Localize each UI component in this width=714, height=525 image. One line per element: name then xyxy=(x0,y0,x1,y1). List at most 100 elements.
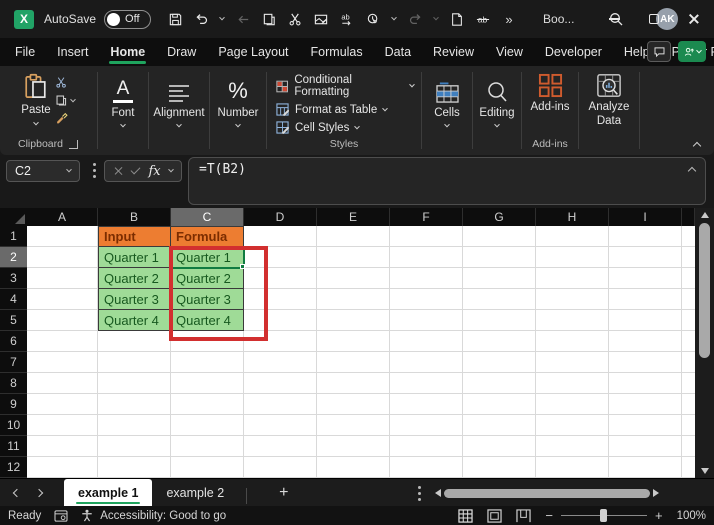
cell-e12[interactable] xyxy=(317,457,390,478)
analyze-data-button[interactable]: Analyze Data xyxy=(589,66,629,129)
minimize-button[interactable] xyxy=(594,0,634,38)
cell-d3[interactable] xyxy=(244,268,317,289)
zoom-slider-handle[interactable] xyxy=(599,508,607,522)
cell-b10[interactable] xyxy=(98,415,171,436)
cell-f10[interactable] xyxy=(390,415,463,436)
cell-i10[interactable] xyxy=(609,415,682,436)
addins-button[interactable]: Add-ins xyxy=(531,66,570,115)
strikethrough-icon[interactable]: ab xyxy=(471,6,495,32)
cell-c6[interactable] xyxy=(171,331,244,352)
cell-h2[interactable] xyxy=(536,247,609,268)
row-header-10[interactable]: 10 xyxy=(0,415,27,436)
cell-g1[interactable] xyxy=(463,226,536,247)
tab-formulas[interactable]: Formulas xyxy=(300,38,374,66)
cell-i9[interactable] xyxy=(609,394,682,415)
row-header-1[interactable]: 1 xyxy=(0,226,27,247)
cell-b1[interactable]: Input xyxy=(98,226,171,247)
sheet-tab-example-1[interactable]: example 1 xyxy=(64,478,153,507)
cell-d5[interactable] xyxy=(244,310,317,331)
fill-handle[interactable] xyxy=(240,264,245,269)
row-header-3[interactable]: 3 xyxy=(0,268,27,289)
close-button[interactable] xyxy=(674,0,714,38)
cell-h6[interactable] xyxy=(536,331,609,352)
font-group-button[interactable]: A Font xyxy=(99,66,147,155)
cell-a4[interactable] xyxy=(27,289,98,310)
conditional-formatting-button[interactable]: Conditional Formatting xyxy=(276,74,415,98)
cell-b7[interactable] xyxy=(98,352,171,373)
row-header-11[interactable]: 11 xyxy=(0,436,27,457)
find-replace-icon[interactable]: ab xyxy=(335,6,359,32)
cell-i3[interactable] xyxy=(609,268,682,289)
tab-home[interactable]: Home xyxy=(99,38,156,66)
format-as-table-button[interactable]: Format as Table xyxy=(276,103,389,116)
cell-d9[interactable] xyxy=(244,394,317,415)
cell-b11[interactable] xyxy=(98,436,171,457)
cell-e5[interactable] xyxy=(317,310,390,331)
cell-e3[interactable] xyxy=(317,268,390,289)
cell-f7[interactable] xyxy=(390,352,463,373)
cell-g2[interactable] xyxy=(463,247,536,268)
tab-review[interactable]: Review xyxy=(422,38,485,66)
column-header-a[interactable]: A xyxy=(27,208,98,226)
clipboard-dialog-launcher-icon[interactable] xyxy=(68,139,78,149)
editing-group-button[interactable]: Editing xyxy=(474,66,520,155)
cell-i8[interactable] xyxy=(609,373,682,394)
cell-c9[interactable] xyxy=(171,394,244,415)
vertical-scrollbar[interactable] xyxy=(695,208,714,478)
cell-e9[interactable] xyxy=(317,394,390,415)
cell-a7[interactable] xyxy=(27,352,98,373)
save-icon[interactable] xyxy=(163,6,187,32)
accessibility-icon[interactable] xyxy=(81,509,93,522)
cell-h8[interactable] xyxy=(536,373,609,394)
cut-button[interactable] xyxy=(55,75,68,90)
cell-i2[interactable] xyxy=(609,247,682,268)
cell-h4[interactable] xyxy=(536,289,609,310)
cell-h10[interactable] xyxy=(536,415,609,436)
cell-f2[interactable] xyxy=(390,247,463,268)
undo-icon[interactable] xyxy=(189,6,213,32)
cell-a8[interactable] xyxy=(27,373,98,394)
select-all-corner[interactable] xyxy=(0,208,27,226)
cell-g8[interactable] xyxy=(463,373,536,394)
cell-c11[interactable] xyxy=(171,436,244,457)
scroll-up-icon[interactable] xyxy=(700,212,709,218)
cell-g6[interactable] xyxy=(463,331,536,352)
cell-f3[interactable] xyxy=(390,268,463,289)
page-break-view-icon[interactable] xyxy=(516,508,532,523)
cell-b6[interactable] xyxy=(98,331,171,352)
row-header-6[interactable]: 6 xyxy=(0,331,27,352)
cell-g10[interactable] xyxy=(463,415,536,436)
cell-h3[interactable] xyxy=(536,268,609,289)
cell-f9[interactable] xyxy=(390,394,463,415)
copy-icon[interactable] xyxy=(257,6,281,32)
column-header-i[interactable]: I xyxy=(609,208,682,226)
column-header-e[interactable]: E xyxy=(317,208,390,226)
cell-styles-button[interactable]: Cell Styles xyxy=(276,121,361,134)
comments-button[interactable] xyxy=(647,41,671,62)
cell-g12[interactable] xyxy=(463,457,536,478)
cell-d1[interactable] xyxy=(244,226,317,247)
cells-group-button[interactable]: Cells xyxy=(423,66,471,155)
cell-f12[interactable] xyxy=(390,457,463,478)
cell-e2[interactable] xyxy=(317,247,390,268)
insert-function-icon[interactable]: fx xyxy=(148,164,160,179)
cell-d2[interactable] xyxy=(244,247,317,268)
formula-input[interactable]: =T(B2) xyxy=(188,157,706,205)
name-box-dropdown-icon[interactable] xyxy=(66,166,72,173)
paste-picture-icon[interactable] xyxy=(309,6,333,32)
horizontal-scrollbar[interactable] xyxy=(418,479,714,507)
cell-a9[interactable] xyxy=(27,394,98,415)
cell-e7[interactable] xyxy=(317,352,390,373)
normal-view-icon[interactable] xyxy=(458,508,474,523)
prev-sheet-icon[interactable] xyxy=(12,488,22,497)
cell-f4[interactable] xyxy=(390,289,463,310)
cell-g4[interactable] xyxy=(463,289,536,310)
share-button[interactable] xyxy=(678,41,706,62)
cell-d12[interactable] xyxy=(244,457,317,478)
cell-c10[interactable] xyxy=(171,415,244,436)
cell-e6[interactable] xyxy=(317,331,390,352)
cell-e1[interactable] xyxy=(317,226,390,247)
tab-file[interactable]: File xyxy=(4,38,46,66)
row-header-2[interactable]: 2 xyxy=(0,247,27,268)
cell-b9[interactable] xyxy=(98,394,171,415)
